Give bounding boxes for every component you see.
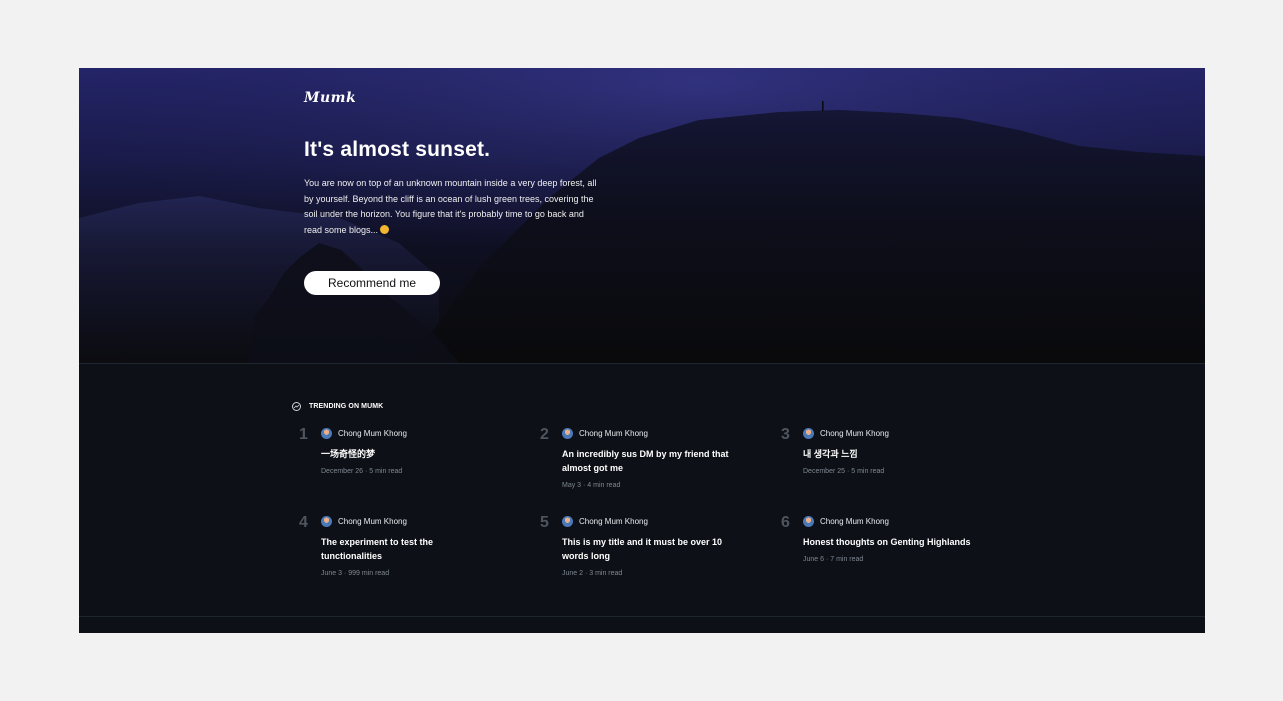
trending-rank: 2 <box>540 426 549 443</box>
trending-rank: 3 <box>781 426 790 443</box>
avatar <box>321 428 332 439</box>
article-meta: December 25 · 5 min read <box>803 468 885 475</box>
article-meta: May 3 · 4 min read <box>562 482 621 489</box>
author-name[interactable]: Chong Mum Khong <box>338 429 407 438</box>
avatar <box>803 516 814 527</box>
trending-up-icon <box>292 401 301 411</box>
author-row[interactable]: Chong Mum Khong <box>321 516 407 527</box>
author-name[interactable]: Chong Mum Khong <box>820 517 889 526</box>
grinning-face-emoji-icon <box>380 224 390 234</box>
article-meta: June 6 · 7 min read <box>803 556 864 563</box>
section-divider <box>79 363 1205 364</box>
avatar <box>562 516 573 527</box>
author-row[interactable]: Chong Mum Khong <box>803 428 889 439</box>
mountain-landscape-image <box>79 68 1205 363</box>
article-meta: December 26 · 5 min read <box>321 468 403 475</box>
hero-description-text: You are now on top of an unknown mountai… <box>304 178 597 235</box>
author-name[interactable]: Chong Mum Khong <box>338 517 407 526</box>
author-name[interactable]: Chong Mum Khong <box>579 517 648 526</box>
recommend-me-button[interactable]: Recommend me <box>304 271 440 295</box>
author-name[interactable]: Chong Mum Khong <box>820 429 889 438</box>
hero-title: It's almost sunset. <box>304 138 491 161</box>
author-row[interactable]: Chong Mum Khong <box>803 516 889 527</box>
trending-rank: 5 <box>540 514 549 531</box>
author-row[interactable]: Chong Mum Khong <box>562 428 648 439</box>
hero-banner: Mumk It's almost sunset. You are now on … <box>79 68 1205 363</box>
article-title[interactable]: The experiment to test the tunctionaliti… <box>321 535 471 563</box>
article-title[interactable]: Honest thoughts on Genting Highlands <box>803 535 993 549</box>
trending-rank: 4 <box>299 514 308 531</box>
page-frame: Mumk It's almost sunset. You are now on … <box>79 68 1205 633</box>
author-name[interactable]: Chong Mum Khong <box>579 429 648 438</box>
trending-rank: 6 <box>781 514 790 531</box>
article-title[interactable]: An incredibly sus DM by my friend that a… <box>562 447 752 475</box>
trending-header: TRENDING ON MUMK <box>292 400 383 412</box>
article-title[interactable]: This is my title and it must be over 10 … <box>562 535 742 563</box>
avatar <box>321 516 332 527</box>
article-meta: June 2 · 3 min read <box>562 570 623 577</box>
hero-description: You are now on top of an unknown mountai… <box>304 176 604 238</box>
avatar <box>803 428 814 439</box>
author-row[interactable]: Chong Mum Khong <box>321 428 407 439</box>
article-meta: June 3 · 999 min read <box>321 570 390 577</box>
article-title[interactable]: 내 생각과 느낌 <box>803 447 993 461</box>
trending-rank: 1 <box>299 426 308 443</box>
article-title[interactable]: 一场奇怪的梦 <box>321 447 511 461</box>
section-divider <box>79 616 1205 617</box>
avatar <box>562 428 573 439</box>
logo[interactable]: Mumk <box>304 90 356 106</box>
author-row[interactable]: Chong Mum Khong <box>562 516 648 527</box>
trending-label: TRENDING ON MUMK <box>309 402 384 410</box>
